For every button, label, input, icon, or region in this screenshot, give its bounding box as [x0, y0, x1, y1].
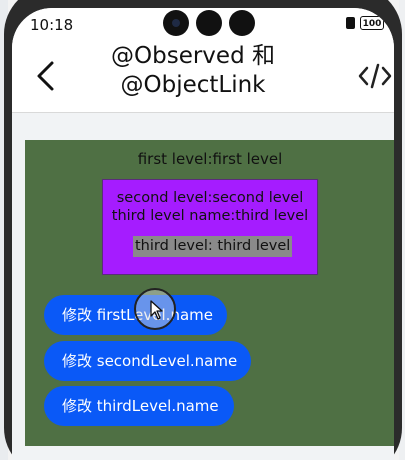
battery-icon: 100: [360, 16, 384, 30]
stage: 10:18 100 @Observed 和 @ObjectLink first …: [0, 0, 405, 460]
phone-screen: 10:18 100 @Observed 和 @ObjectLink first …: [12, 8, 394, 460]
phone-frame: 10:18 100 @Observed 和 @ObjectLink first …: [4, 0, 402, 460]
camera-icon: [163, 10, 189, 36]
sensor-dot-icon: [196, 10, 222, 36]
second-level-text: second level:second level: [116, 190, 304, 206]
sim-icon: [346, 17, 355, 29]
content-area: first level:first level second level:sec…: [12, 113, 394, 460]
modify-third-level-button[interactable]: 修改 thirdLevel.name: [44, 386, 234, 426]
page-title-line1: @Observed 和: [111, 43, 275, 69]
third-level-name-text: third level name:third level: [111, 208, 309, 224]
second-level-box: second level:second level third level na…: [102, 179, 318, 275]
touch-cursor-icon: [134, 288, 176, 330]
chevron-left-icon[interactable]: [34, 60, 58, 92]
status-time: 10:18: [30, 16, 74, 34]
sensor-dot-icon: [229, 10, 255, 36]
code-brackets-icon[interactable]: [358, 62, 392, 90]
page-title-line2: @ObjectLink: [120, 72, 266, 98]
demo-panel: first level:first level second level:sec…: [25, 140, 394, 446]
navigation-bar: @Observed 和 @ObjectLink: [12, 40, 394, 113]
status-bar: 10:18 100: [12, 8, 394, 40]
modify-second-level-button[interactable]: 修改 secondLevel.name: [44, 341, 251, 381]
first-level-text: first level:first level: [137, 150, 283, 168]
page-title: @Observed 和 @ObjectLink: [82, 42, 304, 100]
third-level-chip: third level: third level: [133, 236, 293, 257]
